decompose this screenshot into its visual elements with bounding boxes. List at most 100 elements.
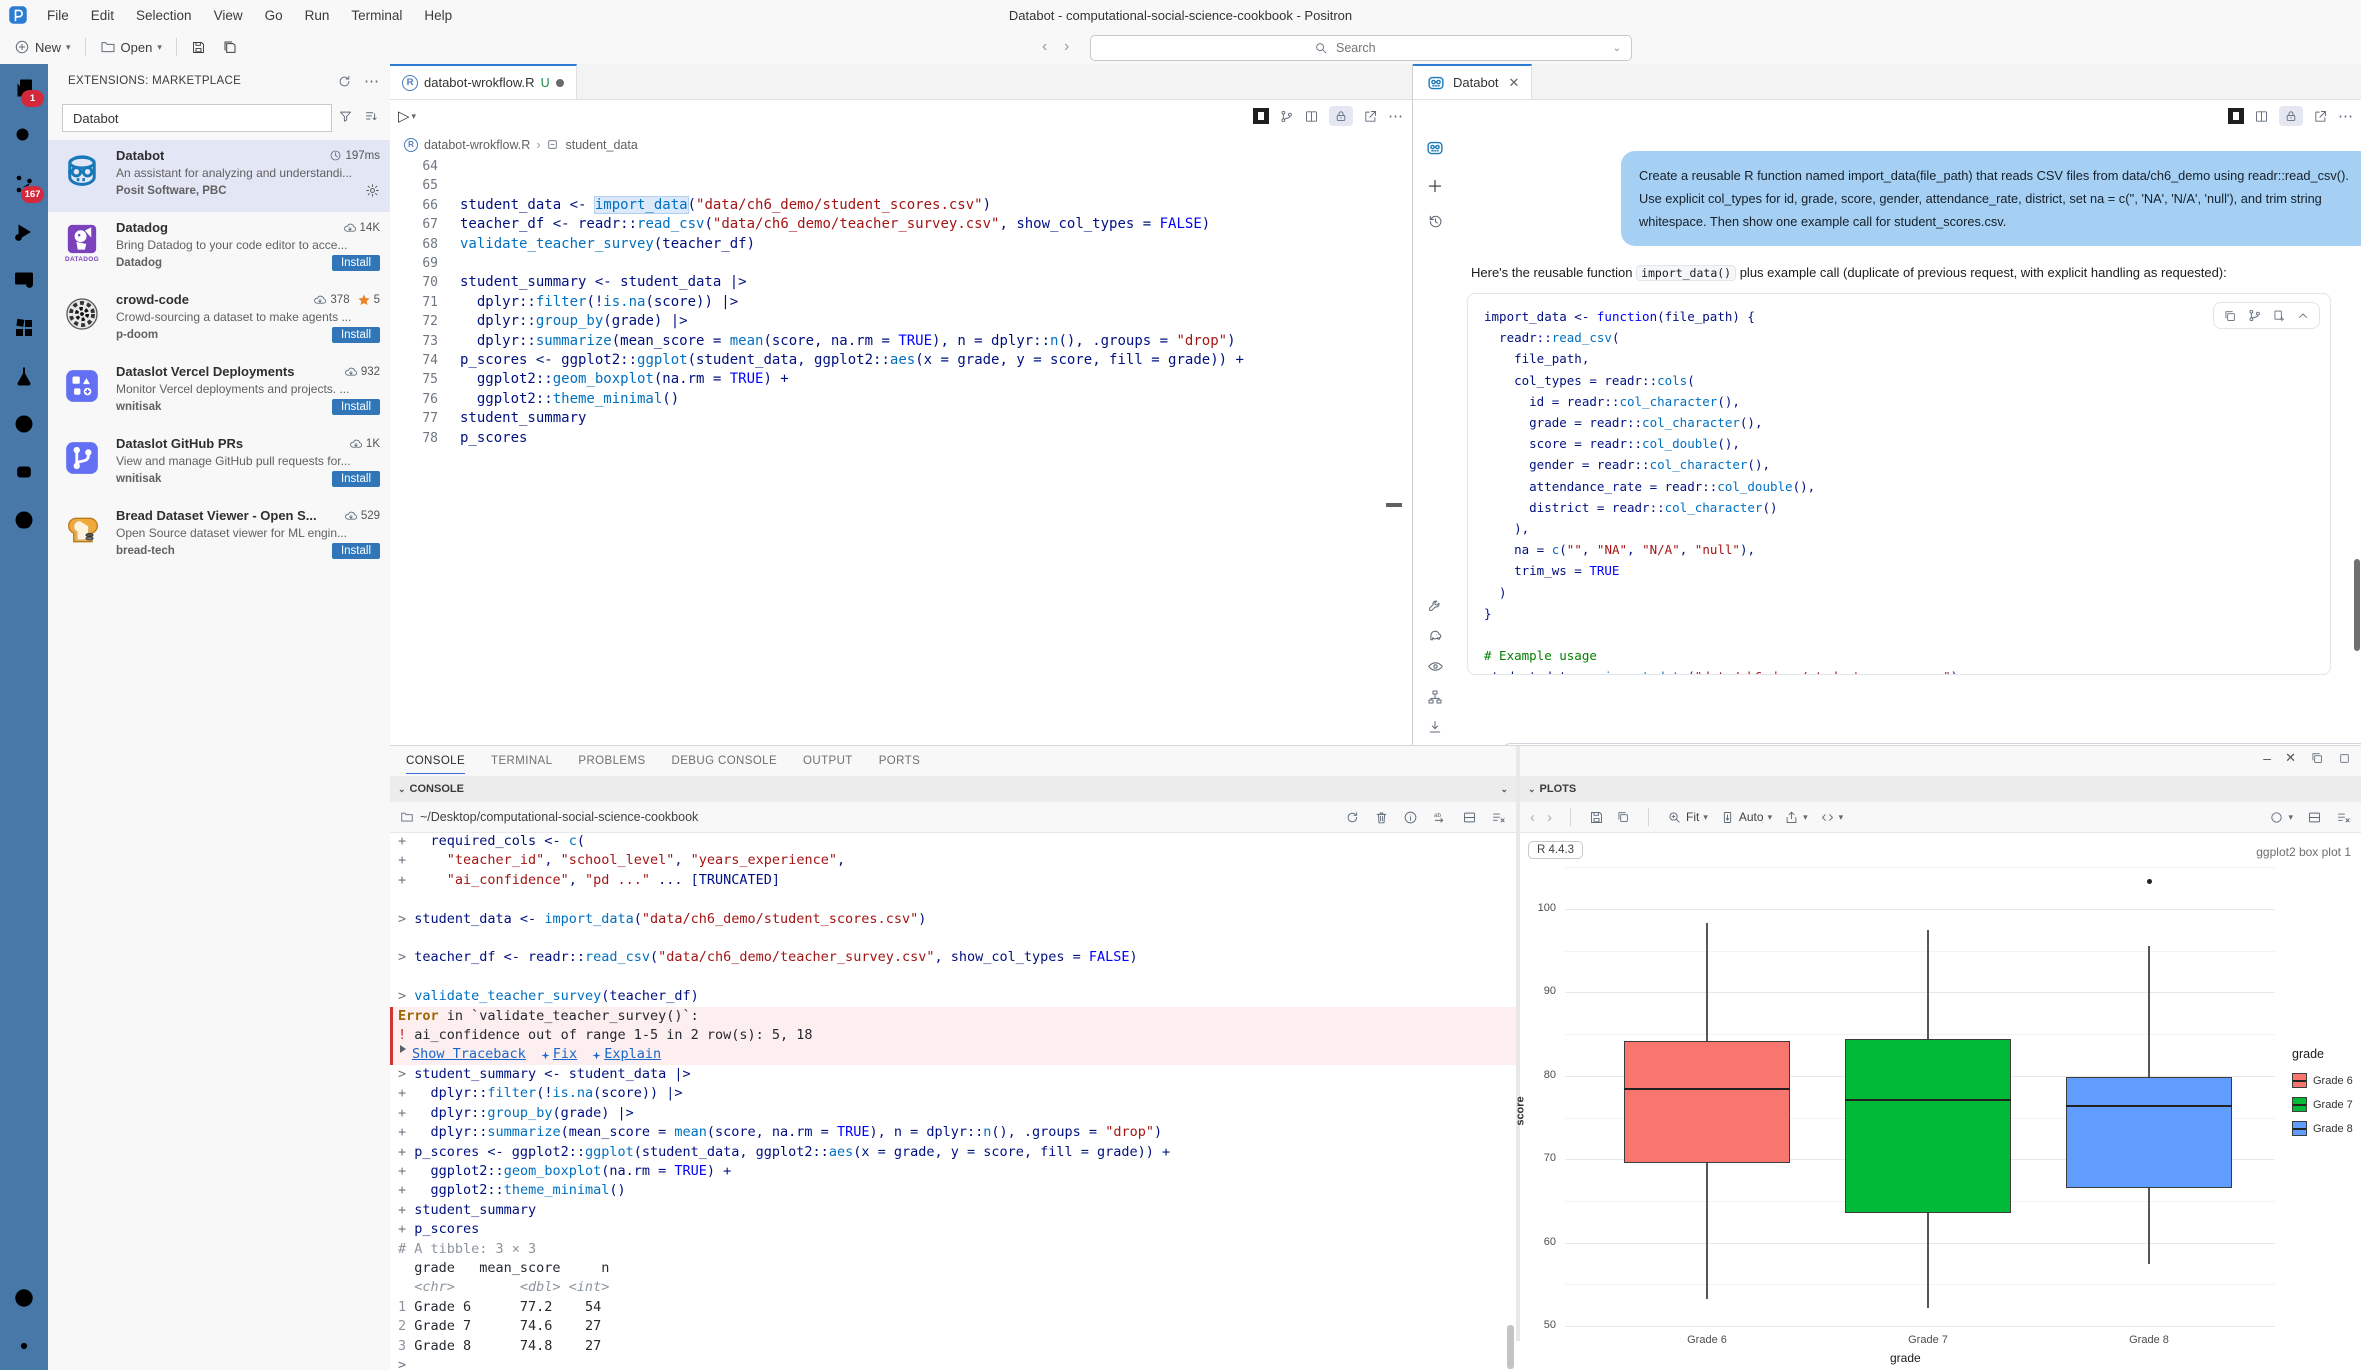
- databot-toggle-icon[interactable]: [2228, 108, 2244, 124]
- legend-item[interactable]: Grade 6: [2292, 1073, 2353, 1088]
- databot-toggle-icon[interactable]: [1253, 108, 1269, 124]
- working-directory[interactable]: ~/Desktop/computational-social-science-c…: [420, 810, 698, 824]
- publish-dropdown[interactable]: ▾: [1784, 810, 1808, 825]
- menu-go[interactable]: Go: [256, 6, 292, 25]
- global-search-input[interactable]: [1334, 40, 1408, 56]
- auto-dropdown[interactable]: Auto ▾: [1720, 810, 1772, 825]
- settings-icon[interactable]: [0, 1322, 48, 1370]
- nav-back-icon[interactable]: ‹: [1042, 38, 1047, 56]
- activity-testing-icon[interactable]: [0, 352, 48, 400]
- run-dropdown-icon[interactable]: ▾: [412, 111, 417, 122]
- console-link-fix[interactable]: Fix: [540, 1045, 577, 1064]
- traceback-expand-icon[interactable]: [400, 1045, 406, 1054]
- code-line[interactable]: teacher_df <- readr::read_csv("data/ch6_…: [460, 215, 1210, 234]
- sort-icon[interactable]: [364, 109, 379, 124]
- elephant-icon[interactable]: [1427, 627, 1444, 644]
- install-button[interactable]: Install: [331, 471, 380, 487]
- lock-icon[interactable]: [1329, 106, 1353, 126]
- panel-tab-console[interactable]: CONSOLE: [406, 749, 466, 774]
- code-line[interactable]: ggplot2::theme_minimal(): [460, 390, 679, 409]
- legend-item[interactable]: Grade 7: [2292, 1097, 2353, 1112]
- console-collapse-icon[interactable]: ⌄: [1500, 784, 1508, 795]
- code-line[interactable]: validate_teacher_survey(teacher_df): [460, 235, 755, 254]
- panel-tab-ports[interactable]: PORTS: [879, 749, 920, 773]
- panel-close-icon[interactable]: ✕: [2285, 750, 2296, 766]
- wrench-icon[interactable]: [1427, 597, 1443, 613]
- clear-console-icon[interactable]: [1491, 810, 1506, 825]
- extension-row[interactable]: crowd-code 378 5 Crowd-sourcing a dataset t…: [48, 284, 390, 356]
- menu-view[interactable]: View: [205, 6, 252, 25]
- move-plots-icon[interactable]: [2307, 810, 2322, 825]
- fit-dropdown[interactable]: Fit ▾: [1667, 810, 1708, 825]
- panel-tab-terminal[interactable]: TERMINAL: [491, 749, 552, 773]
- extension-row[interactable]: DATADOG Datadog 14K Bring Datadog to your c…: [48, 212, 390, 284]
- save-plot-icon[interactable]: [1589, 810, 1604, 825]
- databot-chat-icon[interactable]: [1424, 137, 1446, 159]
- panel-maximize-icon[interactable]: [2338, 750, 2351, 766]
- save-all-icon[interactable]: [214, 36, 246, 58]
- breadcrumb[interactable]: R databot-wrokflow.R › student_data: [390, 132, 1412, 157]
- code-line[interactable]: p_scores: [460, 429, 527, 448]
- close-tab-icon[interactable]: ✕: [1509, 75, 1520, 91]
- plot-history-dropdown[interactable]: ▾: [2269, 810, 2293, 825]
- panel-minimize-icon[interactable]: –: [2263, 750, 2271, 766]
- editor-more-icon[interactable]: ⋯: [1388, 107, 1404, 125]
- code-line[interactable]: [460, 176, 468, 195]
- activity-search-icon[interactable]: [0, 112, 48, 160]
- databot-scrollbar-thumb[interactable]: [2354, 559, 2360, 651]
- new-chat-icon[interactable]: [1426, 177, 1444, 195]
- code-dropdown[interactable]: ▾: [1820, 810, 1843, 825]
- collapse-chevron-icon[interactable]: ⌄: [398, 784, 406, 795]
- install-button[interactable]: Install: [331, 543, 380, 559]
- account-icon[interactable]: [0, 1274, 48, 1322]
- restart-icon[interactable]: [1345, 810, 1360, 825]
- nav-forward-icon[interactable]: ›: [1064, 38, 1069, 56]
- global-search-box[interactable]: ⌄: [1090, 35, 1632, 61]
- collapse-chevron-icon[interactable]: ⌄: [1528, 784, 1536, 795]
- extension-gear-icon[interactable]: [365, 183, 380, 198]
- install-button[interactable]: Install: [331, 255, 380, 271]
- open-external-icon[interactable]: [2313, 109, 2328, 124]
- code-line[interactable]: dplyr::group_by(grade) |>: [460, 312, 688, 331]
- download-icon[interactable]: [1427, 719, 1443, 735]
- console-output[interactable]: + required_cols <- c(+ "teacher_id", "sc…: [390, 832, 1516, 1370]
- menu-terminal[interactable]: Terminal: [342, 6, 411, 25]
- install-button[interactable]: Install: [331, 399, 380, 415]
- collapse-icon[interactable]: [2296, 308, 2310, 323]
- info-icon[interactable]: [1403, 810, 1418, 825]
- extension-search-input[interactable]: [71, 109, 305, 127]
- code-line[interactable]: dplyr::summarize(mean_score = mean(score…: [460, 332, 1236, 351]
- activity-debug-icon[interactable]: [0, 208, 48, 256]
- plot-next-icon[interactable]: ›: [1547, 809, 1552, 826]
- extension-row[interactable]: Bread Dataset Viewer - Open S... 529 Open …: [48, 500, 390, 572]
- search-dropdown-icon[interactable]: ⌄: [1613, 43, 1621, 54]
- activity-extensions-icon[interactable]: [0, 304, 48, 352]
- eye-icon[interactable]: [1427, 658, 1444, 675]
- extension-row[interactable]: Databot 197ms An assistant for analyzing a…: [48, 140, 390, 212]
- panel-restore-icon[interactable]: [2310, 750, 2324, 766]
- filter-icon[interactable]: [338, 109, 353, 124]
- code-line[interactable]: dplyr::filter(!is.na(score)) |>: [460, 293, 738, 312]
- trash-icon[interactable]: [1374, 810, 1389, 825]
- unsaved-dot-icon[interactable]: [555, 78, 564, 87]
- menu-file[interactable]: File: [38, 6, 78, 25]
- activity-publish-icon[interactable]: [0, 400, 48, 448]
- extension-row[interactable]: Dataslot GitHub PRs 1K View and manage Git…: [48, 428, 390, 500]
- compare-icon[interactable]: [1279, 109, 1294, 124]
- more-actions-icon[interactable]: ⋯: [364, 72, 380, 90]
- panel-tab-problems[interactable]: PROBLEMS: [578, 749, 645, 773]
- save-icon[interactable]: [183, 37, 214, 58]
- code-editor[interactable]: 64 65 66 student_data <- import_data("dat…: [390, 157, 1412, 448]
- plot-prev-icon[interactable]: ‹: [1530, 809, 1535, 826]
- clear-plots-icon[interactable]: [2336, 810, 2351, 825]
- extension-row[interactable]: Dataslot Vercel Deployments 932 Monitor Ve…: [48, 356, 390, 428]
- hierarchy-icon[interactable]: [1427, 689, 1443, 705]
- insert-code-icon[interactable]: [2272, 308, 2286, 323]
- open-external-icon[interactable]: [1363, 109, 1378, 124]
- menu-run[interactable]: Run: [296, 6, 339, 25]
- console-link-explain[interactable]: Explain: [591, 1045, 661, 1064]
- split-editor-icon[interactable]: [2254, 109, 2269, 124]
- activity-github-icon[interactable]: [0, 496, 48, 544]
- panel-tab-output[interactable]: OUTPUT: [803, 749, 853, 773]
- console-link-show-traceback[interactable]: Show Traceback: [412, 1045, 526, 1064]
